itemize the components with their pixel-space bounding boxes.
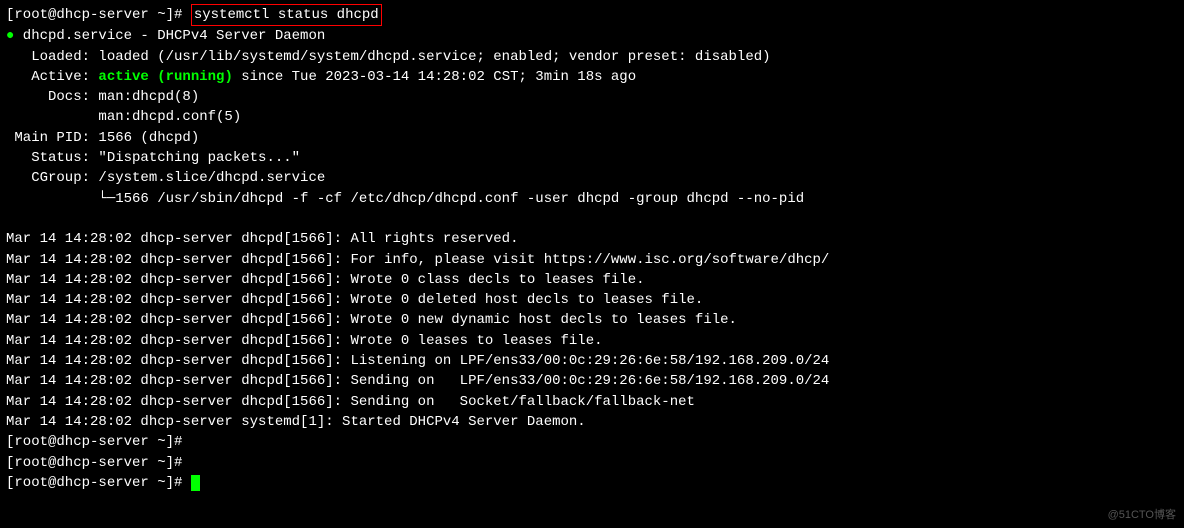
log-line: Mar 14 14:28:02 dhcp-server dhcpd[1566]:… <box>6 371 1178 391</box>
prompt: [root@dhcp-server ~]# <box>6 7 191 23</box>
command-line[interactable]: [root@dhcp-server ~]# systemctl status d… <box>6 4 1178 26</box>
docs-line-2: man:dhcpd.conf(5) <box>6 107 1178 127</box>
log-line: Mar 14 14:28:02 dhcp-server dhcpd[1566]:… <box>6 270 1178 290</box>
service-name: dhcpd.service - DHCPv4 Server Daemon <box>14 28 325 44</box>
log-line: Mar 14 14:28:02 dhcp-server dhcpd[1566]:… <box>6 250 1178 270</box>
prompt: [root@dhcp-server ~]# <box>6 475 191 491</box>
log-line: Mar 14 14:28:02 dhcp-server dhcpd[1566]:… <box>6 392 1178 412</box>
log-line: Mar 14 14:28:02 dhcp-server systemd[1]: … <box>6 412 1178 432</box>
cgroup-child-line: └─1566 /usr/sbin/dhcpd -f -cf /etc/dhcp/… <box>6 189 1178 209</box>
log-line: Mar 14 14:28:02 dhcp-server dhcpd[1566]:… <box>6 229 1178 249</box>
log-line: Mar 14 14:28:02 dhcp-server dhcpd[1566]:… <box>6 351 1178 371</box>
log-line: Mar 14 14:28:02 dhcp-server dhcpd[1566]:… <box>6 331 1178 351</box>
docs-line-1: Docs: man:dhcpd(8) <box>6 87 1178 107</box>
mainpid-line: Main PID: 1566 (dhcpd) <box>6 128 1178 148</box>
cgroup-line: CGroup: /system.slice/dhcpd.service <box>6 168 1178 188</box>
prompt-line[interactable]: [root@dhcp-server ~]# <box>6 453 1178 473</box>
prompt-line[interactable]: [root@dhcp-server ~]# <box>6 432 1178 452</box>
watermark: @51CTO博客 <box>1108 508 1176 524</box>
log-line: Mar 14 14:28:02 dhcp-server dhcpd[1566]:… <box>6 290 1178 310</box>
loaded-line: Loaded: loaded (/usr/lib/systemd/system/… <box>6 47 1178 67</box>
active-line: Active: active (running) since Tue 2023-… <box>6 67 1178 87</box>
prompt-line-cursor[interactable]: [root@dhcp-server ~]# <box>6 473 1178 493</box>
status-line: Status: "Dispatching packets..." <box>6 148 1178 168</box>
active-time: since Tue 2023-03-14 14:28:02 CST; 3min … <box>233 69 636 85</box>
active-label: Active: <box>6 69 98 85</box>
highlighted-command: systemctl status dhcpd <box>191 4 382 26</box>
blank-line <box>6 209 1178 229</box>
service-header: ● dhcpd.service - DHCPv4 Server Daemon <box>6 26 1178 46</box>
cursor-icon <box>191 475 200 491</box>
active-status: active (running) <box>98 69 232 85</box>
log-line: Mar 14 14:28:02 dhcp-server dhcpd[1566]:… <box>6 310 1178 330</box>
